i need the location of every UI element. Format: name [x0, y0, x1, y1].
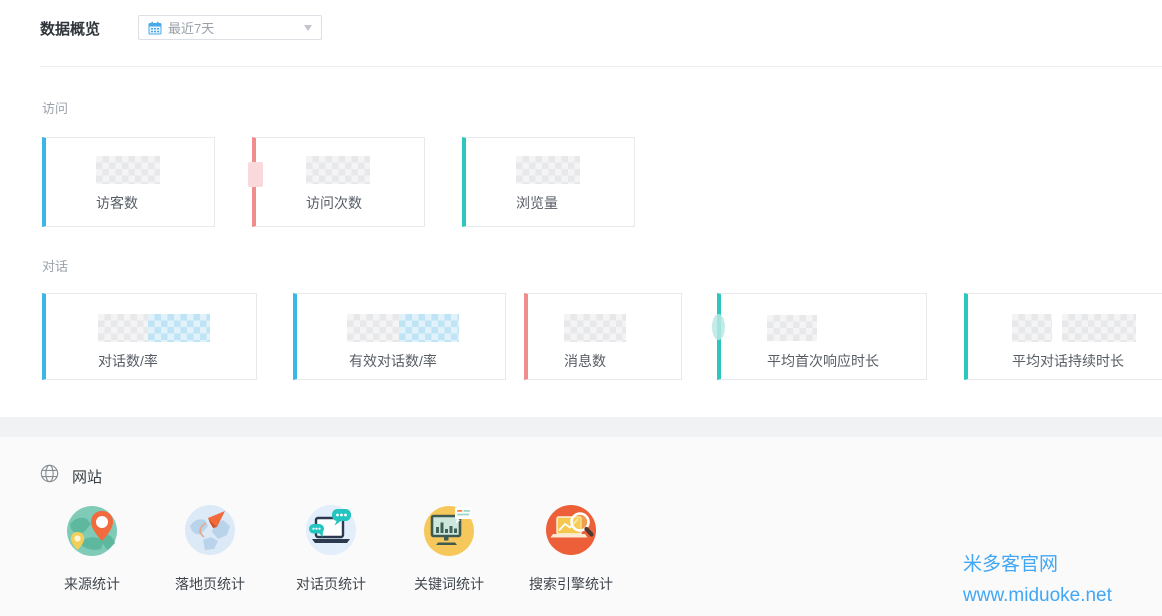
- redacted-value: [767, 315, 817, 341]
- stat-card-visitors: 访客数: [42, 137, 215, 227]
- shortcut-label: 关键词统计: [389, 574, 509, 594]
- shortcut-label: 对话页统计: [271, 574, 391, 594]
- stat-card-label: 有效对话数/率: [349, 351, 437, 371]
- section-gap-band: [0, 417, 1162, 437]
- watermark: 米多客官网 www.miduoke.net: [963, 549, 1112, 611]
- date-range-value: 最近7天: [168, 18, 304, 37]
- redacted-value: [1012, 314, 1052, 342]
- chevron-down-icon: [304, 25, 312, 31]
- redacted-value: [306, 156, 370, 184]
- redacted-smudge: [248, 162, 263, 187]
- stat-card-label: 访客数: [96, 193, 138, 213]
- shortcut-chat-page-stats[interactable]: 对话页统计: [271, 503, 391, 594]
- stat-card-visit-times: 访问次数: [252, 137, 425, 227]
- shortcut-label: 搜索引擎统计: [511, 574, 631, 594]
- stat-card-label: 浏览量: [516, 193, 558, 213]
- stat-card-valid-conversations-rate: 有效对话数/率: [293, 293, 506, 380]
- stat-card-label: 访问次数: [306, 193, 362, 213]
- website-group-label: 网站: [72, 466, 102, 487]
- redacted-value: [516, 156, 580, 184]
- globe-icon: [40, 464, 59, 488]
- section-label-visits: 访问: [42, 98, 68, 117]
- redacted-value: [148, 314, 210, 342]
- stat-card-avg-conversation-duration: 平均对话持续时长: [964, 293, 1162, 380]
- date-range-dropdown[interactable]: 最近7天: [138, 15, 322, 40]
- header-divider: [40, 66, 1162, 67]
- redacted-value: [98, 314, 148, 342]
- redacted-value: [564, 314, 626, 342]
- watermark-url: www.miduoke.net: [963, 580, 1112, 611]
- stat-card-label: 平均对话持续时长: [1012, 351, 1124, 371]
- stat-card-label: 消息数: [564, 351, 606, 371]
- redacted-value: [399, 314, 459, 342]
- redacted-value: [347, 314, 399, 342]
- website-group-header: 网站: [40, 464, 102, 488]
- shortcut-search-engine-stats[interactable]: 搜索引擎统计: [511, 503, 631, 594]
- shortcut-keyword-stats[interactable]: 关键词统计: [389, 503, 509, 594]
- stat-card-label: 对话数/率: [98, 351, 158, 371]
- stat-card-label: 平均首次响应时长: [767, 351, 879, 371]
- section-label-conversations: 对话: [42, 256, 68, 275]
- calendar-icon: [148, 21, 162, 35]
- shortcut-source-stats[interactable]: 来源统计: [32, 503, 152, 594]
- monitor-bar-chart-icon: [422, 503, 476, 557]
- stat-card-avg-first-response: 平均首次响应时长: [717, 293, 927, 380]
- shortcut-label: 落地页统计: [150, 574, 270, 594]
- stat-card-pageviews: 浏览量: [462, 137, 635, 227]
- laptop-magnifier-icon: [544, 503, 598, 557]
- shortcut-landing-page-stats[interactable]: 落地页统计: [150, 503, 270, 594]
- watermark-brand: 米多客官网: [963, 549, 1112, 580]
- laptop-chat-icon: [304, 503, 358, 557]
- shortcut-label: 来源统计: [32, 574, 152, 594]
- redacted-value: [1062, 314, 1136, 342]
- world-paper-plane-icon: [183, 503, 237, 557]
- stat-card-conversations-rate: 对话数/率: [42, 293, 257, 380]
- redacted-value: [96, 156, 160, 184]
- globe-pins-icon: [65, 503, 119, 557]
- stat-card-messages: 消息数: [524, 293, 682, 380]
- analytics-overview-page: 数据概览 最近7天 访问 访客数 访问次数 浏览量: [0, 0, 1162, 616]
- redacted-smudge: [712, 314, 725, 340]
- page-title: 数据概览: [40, 18, 100, 39]
